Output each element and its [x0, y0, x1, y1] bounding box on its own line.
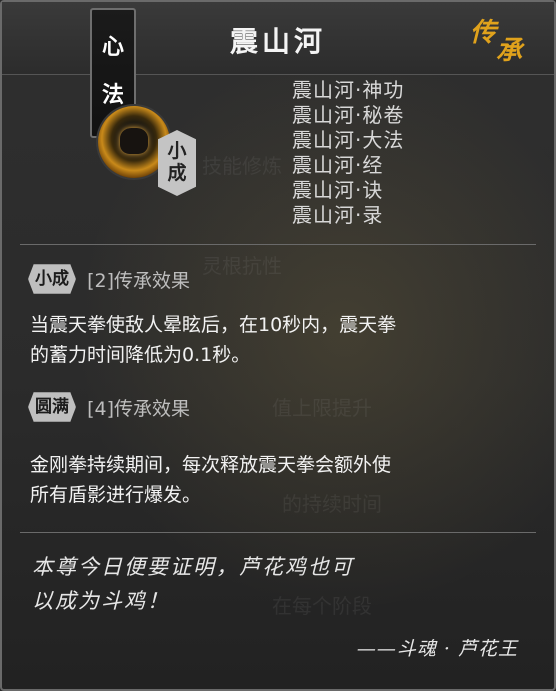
alias-item: 震山河·大法 — [292, 128, 405, 152]
ghost-text: 值上限提升 — [272, 396, 372, 420]
alias-item: 震山河·经 — [292, 153, 384, 177]
effect-line: 所有盾影进行爆发。 — [30, 484, 202, 506]
effect-title: [4]传承效果 — [87, 397, 191, 420]
alias-item: 震山河·录 — [292, 203, 384, 227]
alias-item: 震山河·秘卷 — [292, 103, 405, 127]
ghost-text: 灵根抗性 — [202, 254, 282, 278]
ghost-text: 技能修炼 — [202, 154, 282, 178]
quote-line: 本尊今日便要证明，芦花鸡也可 — [32, 555, 354, 579]
alias-item: 震山河·神功 — [292, 78, 405, 102]
skill-tooltip-card: 震山河 传 承 技能修炼 灵根抗性 值上限提升 的持续时间 在每个阶段 心 法 … — [0, 0, 556, 691]
rank-char-2: 成 — [167, 162, 187, 184]
effect-line: 金刚拳持续期间，每次释放震天拳会额外使 — [30, 454, 392, 476]
flavor-quote: 本尊今日便要证明，芦花鸡也可 以成为斗鸡！ — [32, 550, 522, 618]
effect-header: 小成 [2]传承效果 — [28, 264, 190, 296]
effect-description: 金刚拳持续期间，每次释放震天拳会额外使 所有盾影进行爆发。 — [30, 450, 530, 510]
effect-header: 圆满 [4]传承效果 — [28, 392, 190, 424]
heritage-char-1: 传 — [470, 18, 497, 48]
quote-line: 以成为斗鸡！ — [32, 589, 170, 613]
effect-line: 的蓄力时间降低为0.1秒。 — [30, 344, 251, 366]
divider — [20, 244, 536, 245]
tooltip-header: 震山河 传 承 — [2, 2, 554, 75]
effect-line: 当震天拳使敌人晕眩后，在10秒内，震天拳 — [30, 314, 397, 336]
rank-badge: 小 成 — [158, 130, 196, 196]
rank-char-1: 小 — [167, 140, 187, 162]
alias-list: 震山河·神功 震山河·秘卷 震山河·大法 震山河·经 震山河·诀 震山河·录 — [292, 78, 404, 228]
effect-title: [2]传承效果 — [87, 269, 191, 292]
divider — [20, 532, 536, 533]
effect-rank-badge: 圆满 — [28, 392, 76, 422]
effect-rank-badge: 小成 — [28, 264, 76, 294]
category-char-1: 心 — [101, 34, 124, 60]
fist-shape — [120, 128, 148, 154]
heritage-char-2: 承 — [496, 36, 523, 66]
effect-description: 当震天拳使敌人晕眩后，在10秒内，震天拳 的蓄力时间降低为0.1秒。 — [30, 310, 530, 370]
alias-item: 震山河·诀 — [292, 178, 384, 202]
quote-author: ——斗魂 · 芦花王 — [356, 638, 518, 660]
heritage-tag: 传 承 — [468, 10, 538, 66]
